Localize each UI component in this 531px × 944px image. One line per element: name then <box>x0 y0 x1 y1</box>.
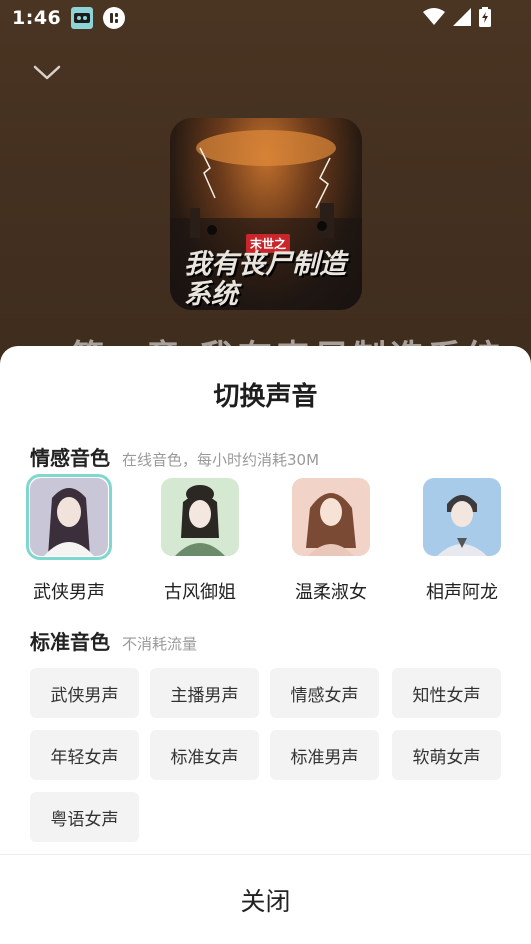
book-cover: 末世之 我有丧尸制造系统 <box>170 118 362 310</box>
standard-voices-header: 标准音色 不消耗流量 <box>30 626 197 655</box>
voice-option[interactable]: 相声阿龙 <box>412 474 512 604</box>
standard-voice-chip[interactable]: 年轻女声 <box>30 730 139 780</box>
standard-voice-chip[interactable]: 知性女声 <box>392 668 501 718</box>
standard-voice-chip[interactable]: 武侠男声 <box>30 668 139 718</box>
signal-icon <box>453 8 471 26</box>
emotional-voices-heading: 情感音色 <box>30 446 110 470</box>
wifi-icon <box>423 8 445 25</box>
voice-avatar <box>292 478 370 556</box>
standard-voices-subtitle: 不消耗流量 <box>122 635 198 653</box>
voice-option[interactable]: 古风御姐 <box>150 474 250 604</box>
voice-label: 武侠男声 <box>33 582 105 603</box>
standard-voice-chip[interactable]: 软萌女声 <box>392 730 501 780</box>
voice-option[interactable]: 温柔淑女 <box>281 474 381 604</box>
app-notification-icon-2 <box>103 7 126 29</box>
voice-option[interactable]: 武侠男声 <box>19 474 119 604</box>
close-button[interactable]: 关闭 <box>0 856 531 944</box>
cover-title: 我有丧尸制造系统 <box>184 249 346 310</box>
collapse-player-button[interactable] <box>30 58 64 88</box>
voice-avatar <box>423 478 501 556</box>
status-indicators <box>423 7 491 27</box>
divider <box>0 854 531 855</box>
app-notification-icon <box>71 7 94 29</box>
standard-voices-heading: 标准音色 <box>30 630 110 654</box>
sheet-title: 切换声音 <box>213 382 318 412</box>
switch-voice-sheet: 切换声音 情感音色 在线音色，每小时约消耗30M 武侠男声 古风御姐 温柔淑女 … <box>0 346 531 944</box>
chevron-down-icon <box>33 65 61 80</box>
emotional-voices-list: 武侠男声 古风御姐 温柔淑女 相声阿龙 <box>0 474 531 604</box>
voice-avatar <box>30 478 108 556</box>
voice-avatar-frame <box>288 474 374 560</box>
standard-voice-chip[interactable]: 情感女声 <box>270 668 379 718</box>
voice-label: 古风御姐 <box>164 582 236 603</box>
voice-avatar-frame <box>157 474 243 560</box>
emotional-voices-subtitle: 在线音色，每小时约消耗30M <box>122 451 320 469</box>
voice-avatar <box>161 478 239 556</box>
voice-avatar-frame <box>419 474 505 560</box>
status-bar: 1:46 <box>0 0 531 36</box>
voice-label: 温柔淑女 <box>295 582 367 603</box>
standard-voice-chip[interactable]: 粤语女声 <box>30 792 139 842</box>
voice-avatar-frame <box>26 474 112 560</box>
voice-label: 相声阿龙 <box>426 582 498 603</box>
standard-voice-chip[interactable]: 标准男声 <box>270 730 379 780</box>
status-time: 1:46 <box>12 7 62 29</box>
battery-icon <box>479 7 491 27</box>
emotional-voices-header: 情感音色 在线音色，每小时约消耗30M <box>30 442 319 471</box>
standard-voice-chip[interactable]: 标准女声 <box>150 730 259 780</box>
standard-voice-chip[interactable]: 主播男声 <box>150 668 259 718</box>
